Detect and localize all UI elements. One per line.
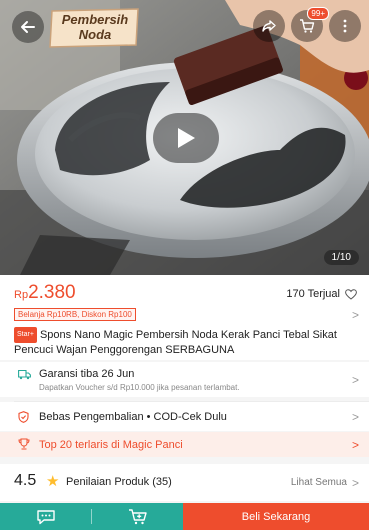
heart-icon[interactable]	[345, 288, 357, 300]
product-tag-label: Pembersih Noda	[48, 8, 140, 48]
chevron-right-icon[interactable]: >	[352, 476, 359, 490]
rating-label: Penilaian Produk (35)	[66, 476, 172, 488]
product-media[interactable]: Pembersih Noda 99+ 1/10	[0, 0, 369, 275]
returns-row[interactable]: Bebas Pengembalian • COD-Cek Dulu >	[0, 402, 369, 431]
play-icon	[178, 128, 195, 148]
see-all-link[interactable]: Lihat Semua	[291, 477, 347, 488]
cart-icon	[300, 19, 315, 33]
more-button[interactable]	[329, 10, 361, 42]
more-icon	[343, 19, 347, 33]
price-currency: Rp	[14, 289, 29, 301]
top-actions: 99+	[253, 7, 361, 42]
product-title: Star+ Spons Nano Magic Pembersih Noda Ker…	[14, 327, 359, 357]
cart-badge: 99+	[307, 7, 329, 20]
play-button[interactable]	[153, 113, 219, 163]
shield-icon	[18, 411, 29, 423]
shipping-row[interactable]: Garansi tiba 26 Jun Dapatkan Voucher s/d…	[0, 362, 369, 397]
share-button[interactable]	[253, 10, 285, 42]
back-arrow-icon	[21, 21, 35, 33]
price-amount: 2.380	[28, 282, 76, 303]
sold-count: 170 Terjual	[286, 288, 340, 300]
chevron-right-icon[interactable]: >	[352, 373, 359, 387]
add-to-cart-button[interactable]	[92, 503, 183, 530]
cart-button[interactable]: 99+	[291, 7, 329, 42]
bestseller-row[interactable]: Top 20 terlaris di Magic Panci >	[0, 432, 369, 457]
bottom-bar-separator	[91, 503, 92, 530]
chat-icon	[36, 509, 55, 524]
star-plus-badge: Star+	[14, 327, 37, 343]
shipping-subtitle: Dapatkan Voucher s/d Rp10.000 jika pesan…	[39, 383, 240, 392]
chevron-right-icon[interactable]: >	[352, 438, 359, 452]
rating-score: 4.5	[14, 472, 37, 489]
promo-tag[interactable]: Belanja Rp10RB, Diskon Rp100	[14, 308, 136, 321]
add-to-cart-icon	[128, 508, 147, 524]
shipping-title: Garansi tiba 26 Jun	[39, 368, 135, 380]
rating-section[interactable]: 4.5 ★ Penilaian Produk (35) Lihat Semua …	[0, 464, 369, 501]
product-title-text: Spons Nano Magic Pembersih Noda Kerak Pa…	[14, 329, 337, 356]
media-pager: 1/10	[323, 250, 359, 265]
trophy-icon	[18, 438, 30, 450]
product-price: Rp2.380	[14, 282, 76, 304]
chat-button[interactable]	[0, 503, 91, 530]
price-section: Rp2.380 170 Terjual Belanja Rp10RB, Disk…	[0, 275, 369, 360]
chevron-right-icon[interactable]: >	[352, 308, 359, 322]
bottom-action-bar: Beli Sekarang	[0, 503, 369, 530]
chevron-right-icon[interactable]: >	[352, 410, 359, 424]
share-icon	[262, 20, 276, 32]
star-icon: ★	[46, 473, 60, 490]
tag-label-text: Pembersih Noda	[61, 12, 129, 42]
buy-now-button[interactable]: Beli Sekarang	[183, 503, 369, 530]
sold-count-area: 170 Terjual	[286, 288, 357, 300]
bestseller-text: Top 20 terlaris di Magic Panci	[39, 439, 183, 451]
truck-icon	[18, 369, 31, 380]
back-button[interactable]	[12, 11, 44, 43]
product-page: Pembersih Noda 99+ 1/10 Rp2.380 170 Terj…	[0, 0, 369, 530]
returns-text: Bebas Pengembalian • COD-Cek Dulu	[39, 411, 227, 423]
